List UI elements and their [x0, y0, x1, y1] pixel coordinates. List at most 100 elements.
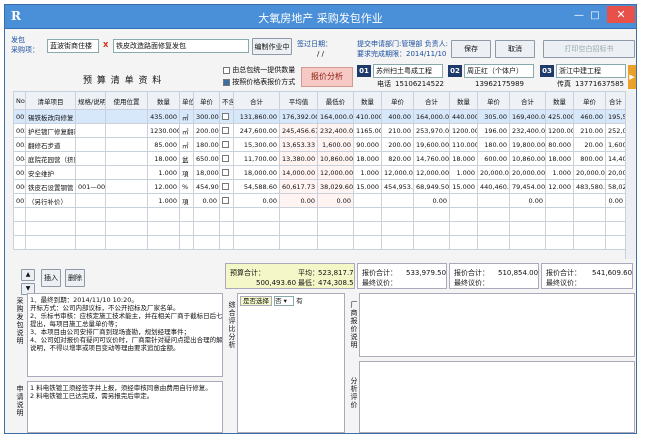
table-cell[interactable]: 庭院花园营（挤压式） — [25, 151, 76, 166]
vendor-1-name[interactable]: 苏州扫土粤成工程 — [373, 64, 443, 78]
table-cell[interactable]: 0.00 — [233, 193, 280, 208]
table-cell[interactable] — [353, 235, 382, 250]
vendor-3-name[interactable]: 浙江中建工程 — [556, 64, 626, 78]
table-cell[interactable]: 0.00 — [413, 193, 450, 208]
table-cell[interactable] — [105, 235, 148, 250]
table-cell[interactable]: 007 — [13, 193, 26, 208]
table-cell[interactable] — [105, 165, 148, 180]
table-cell[interactable] — [317, 207, 354, 222]
table-cell[interactable] — [219, 207, 234, 222]
table-cell[interactable]: （另行补价） — [25, 193, 76, 208]
table-cell[interactable] — [75, 207, 106, 222]
table-cell[interactable]: 18.000 — [147, 151, 180, 166]
table-cell[interactable] — [219, 137, 234, 152]
table-row-empty[interactable] — [13, 207, 626, 222]
table-cell[interactable] — [75, 109, 106, 124]
table-cell[interactable]: 1.000 — [147, 193, 180, 208]
table-cell[interactable]: 001—005 — [75, 179, 106, 194]
table-cell[interactable] — [413, 207, 450, 222]
table-cell[interactable]: 300.00 — [193, 109, 220, 124]
table-cell[interactable]: 85.000 — [147, 137, 180, 152]
table-cell[interactable] — [147, 207, 180, 222]
table-cell[interactable] — [75, 193, 106, 208]
table-cell[interactable]: 18,000.00 — [233, 165, 280, 180]
table-cell[interactable] — [449, 221, 478, 236]
table-cell[interactable]: 454,953.00 — [381, 179, 414, 194]
table-cell[interactable] — [381, 221, 414, 236]
table-cell[interactable]: 安全维护 — [25, 165, 76, 180]
delete-row-button[interactable]: 删除 — [65, 269, 85, 287]
price-analysis-button[interactable]: 报价分析 — [301, 67, 353, 87]
table-cell[interactable]: 13,380.00 — [279, 151, 318, 166]
table-cell[interactable] — [381, 235, 414, 250]
table-cell[interactable]: 245,456.67 — [279, 123, 318, 138]
insert-row-button[interactable]: 插入 — [41, 269, 61, 287]
table-cell[interactable] — [233, 235, 280, 250]
table-cell[interactable] — [75, 123, 106, 138]
table-cell[interactable]: 铁皮石设置钢管 — [25, 179, 76, 194]
table-cell[interactable]: 195,500.00 — [605, 109, 626, 124]
table-cell[interactable]: ㎡ — [179, 137, 194, 152]
table-cell[interactable]: 252,000.00 — [605, 123, 626, 138]
table-cell[interactable]: 12,000.00 — [413, 165, 450, 180]
table-cell[interactable]: 210.00 — [573, 123, 606, 138]
tax-checkbox[interactable] — [222, 197, 229, 204]
scroll-right-icon[interactable]: ▶ — [628, 65, 636, 89]
table-cell[interactable] — [605, 221, 626, 236]
table-cell[interactable]: 180.00 — [193, 137, 220, 152]
maximize-icon[interactable]: □ — [588, 9, 602, 22]
table-cell[interactable]: 18.000 — [353, 151, 382, 166]
table-cell[interactable]: 232,400.00 — [317, 123, 354, 138]
table-cell[interactable]: 164,000.00 — [317, 109, 354, 124]
table-cell[interactable]: 1,600.00 — [317, 137, 354, 152]
table-cell[interactable] — [179, 221, 194, 236]
table-cell[interactable]: 13,653.33 — [279, 137, 318, 152]
table-cell[interactable] — [105, 109, 148, 124]
save-button[interactable]: 保存 — [451, 40, 491, 58]
table-cell[interactable] — [219, 221, 234, 236]
table-cell[interactable] — [353, 193, 382, 208]
table-cell[interactable]: 0.00 — [317, 193, 354, 208]
table-cell[interactable] — [13, 221, 26, 236]
table-cell[interactable] — [193, 235, 220, 250]
table-cell[interactable]: 650.00 — [193, 151, 220, 166]
table-vertical-scrollbar[interactable] — [625, 91, 635, 259]
close-button[interactable]: ✕ — [607, 6, 635, 23]
table-cell[interactable]: 169,400.00 — [509, 109, 546, 124]
table-row[interactable]: 002护栏镀厂修复翻新 1230.000㎡200.00 247,600.00245,… — [13, 123, 626, 138]
table-cell[interactable] — [413, 235, 450, 250]
table-cell[interactable]: 1165.000 — [353, 123, 382, 138]
table-cell[interactable]: 600.00 — [477, 151, 510, 166]
table-row[interactable]: 003翻修石步道85.000㎡180.0015,300.0013,653.331… — [13, 137, 626, 152]
evaluation-area[interactable] — [359, 361, 635, 433]
table-cell[interactable] — [573, 221, 606, 236]
table-cell[interactable]: 护栏镀厂修复翻新 — [25, 123, 76, 138]
tax-checkbox[interactable] — [222, 141, 229, 148]
table-cell[interactable]: 196.00 — [477, 123, 510, 138]
table-cell[interactable] — [605, 207, 626, 222]
table-cell[interactable]: 14,760.00 — [413, 151, 450, 166]
table-cell[interactable]: 60,617.73 — [279, 179, 318, 194]
table-cell[interactable]: ㎡ — [179, 123, 194, 138]
table-cell[interactable] — [573, 235, 606, 250]
table-cell[interactable] — [545, 235, 574, 250]
edit-status-button[interactable]: 编制作业中 — [252, 38, 292, 55]
table-cell[interactable]: 18,000.00 — [193, 165, 220, 180]
table-cell[interactable] — [75, 221, 106, 236]
table-cell[interactable] — [605, 235, 626, 250]
table-cell[interactable]: 20,000.00 — [573, 165, 606, 180]
table-cell[interactable] — [279, 221, 318, 236]
table-cell[interactable]: 232,400.00 — [509, 123, 546, 138]
table-cell[interactable]: 79,454.00 — [509, 179, 546, 194]
table-cell[interactable]: 18.000 — [545, 151, 574, 166]
table-cell[interactable]: % — [179, 179, 194, 194]
table-cell[interactable] — [477, 221, 510, 236]
table-cell[interactable]: 110.000 — [449, 137, 478, 152]
table-cell[interactable]: 460.00 — [573, 109, 606, 124]
table-cell[interactable] — [105, 221, 148, 236]
minimize-icon[interactable]: — — [572, 9, 586, 22]
table-cell[interactable]: 20,000.00 — [605, 165, 626, 180]
table-cell[interactable]: 1.000 — [449, 165, 478, 180]
table-row[interactable]: 001锡铁板改向修复 435.000㎡300.00 131,860.00176,39… — [13, 109, 626, 124]
table-cell[interactable] — [381, 207, 414, 222]
